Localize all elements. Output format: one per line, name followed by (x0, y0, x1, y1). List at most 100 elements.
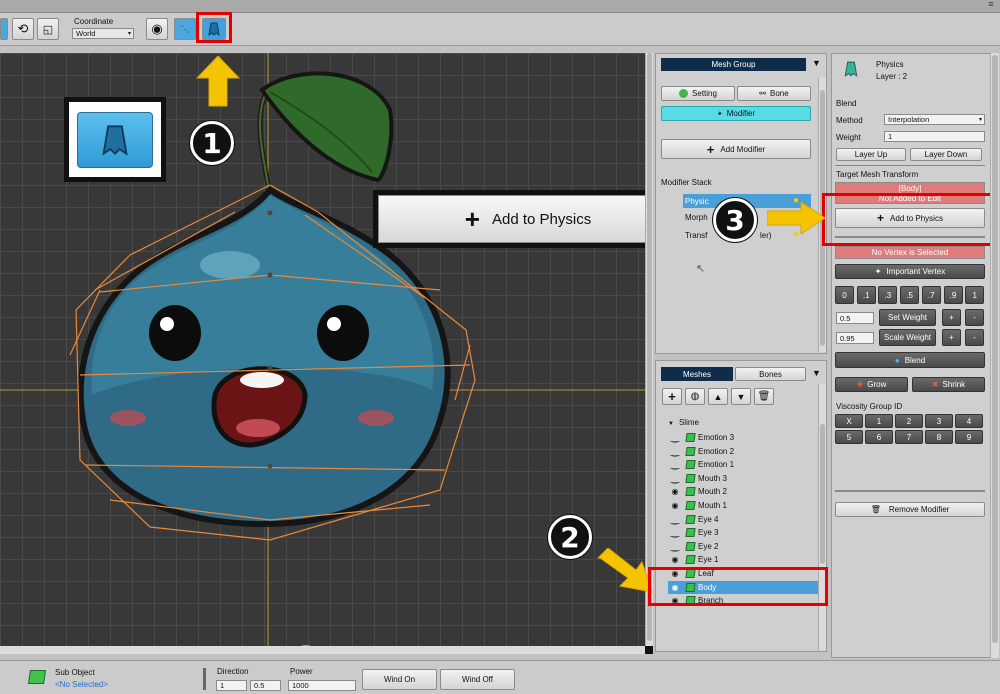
panel-dropdown-icon[interactable]: ▼ (812, 368, 821, 378)
eye-closed-icon[interactable]: ‿ (668, 459, 682, 470)
eye-closed-icon[interactable]: ‿ (668, 432, 682, 443)
modifier-tab[interactable]: ✦ Modifier (661, 106, 811, 121)
direction-y-input[interactable]: 0.5 (250, 680, 281, 691)
mesh-row[interactable]: ◉ Eye 1 (668, 553, 818, 566)
mesh-row[interactable]: ‿ Eye 2 (668, 540, 818, 553)
mesh-row-label: Emotion 1 (698, 460, 735, 470)
wind-on-button[interactable]: Wind On (362, 669, 437, 690)
eye-open-icon[interactable]: ◉ (668, 487, 682, 497)
window-menu-icon[interactable]: ≡ (984, 0, 998, 10)
add-to-physics-zoom-button: + Add to Physics (378, 195, 645, 243)
set-weight-plus[interactable]: + (942, 309, 961, 326)
layer-up-button[interactable]: Layer Up (836, 148, 906, 161)
weight-preset-button[interactable]: .1 (856, 286, 876, 304)
mesh-icon (685, 555, 696, 565)
meshes-vscroll[interactable] (818, 384, 826, 650)
eye-open-icon[interactable]: ◉ (668, 501, 682, 511)
add-to-physics-zoom-label: Add to Physics (491, 210, 592, 228)
bone-button[interactable]: ⚯ Bone (737, 86, 811, 101)
remove-modifier-label: Remove Modifier (888, 505, 950, 514)
shrink-label: Shrink (942, 380, 966, 389)
remove-modifier-button[interactable]: 🗑 Remove Modifier (835, 502, 985, 517)
mesh-layer-icon[interactable]: ◍ (685, 388, 705, 405)
weight-preset-button[interactable]: .7 (921, 286, 941, 304)
trash-icon[interactable]: 🗑 (754, 388, 774, 405)
mesh-row[interactable]: ‿ Eye 4 (668, 513, 818, 526)
onion-skin-icon[interactable]: ◉ (146, 18, 168, 40)
mesh-row[interactable]: ‿ Emotion 1 (668, 458, 818, 471)
viscosity-id-button[interactable]: X (835, 414, 863, 428)
mesh-group-header: Mesh Group (661, 58, 806, 71)
grow-button[interactable]: ✚ Grow (835, 377, 908, 392)
rotate-icon[interactable]: ⟲ (12, 18, 34, 40)
mesh-icon (685, 446, 696, 456)
scale-weight-button[interactable]: Scale Weight (879, 329, 936, 346)
mesh-row[interactable]: ‿ Emotion 2 (668, 445, 818, 458)
scale-weight-plus[interactable]: + (942, 329, 961, 346)
viscosity-id-button[interactable]: 6 (865, 430, 893, 444)
set-weight-minus[interactable]: - (965, 309, 984, 326)
scale-weight-minus[interactable]: - (965, 329, 984, 346)
eye-closed-icon[interactable]: ‿ (668, 541, 682, 552)
move-up-icon[interactable]: ▲ (708, 388, 728, 405)
weight-preset-button[interactable]: .9 (943, 286, 963, 304)
wind-off-button[interactable]: Wind Off (440, 669, 515, 690)
weight-preset-button[interactable]: 1 (965, 286, 985, 304)
viscosity-id-button[interactable]: 9 (955, 430, 983, 444)
canvas-hscroll[interactable] (0, 646, 645, 654)
transform-icon[interactable]: ◱ (37, 18, 59, 40)
viscosity-id-button[interactable]: 3 (925, 414, 953, 428)
eye-closed-icon[interactable]: ‿ (668, 473, 682, 484)
tab-bones[interactable]: Bones (735, 367, 806, 381)
tab-meshes[interactable]: Meshes (661, 367, 733, 381)
weight-preset-button[interactable]: 0 (835, 286, 854, 304)
eye-closed-icon[interactable]: ‿ (668, 514, 682, 525)
set-weight-button[interactable]: Set Weight (879, 309, 936, 326)
set-weight-input[interactable]: 0.5 (836, 312, 874, 324)
move-down-icon[interactable]: ▼ (731, 388, 751, 405)
weight-preset-button[interactable]: .3 (878, 286, 898, 304)
important-vertex-button[interactable]: ✦ Important Vertex (835, 264, 985, 279)
setting-label: Setting (692, 89, 717, 98)
setting-button[interactable]: Setting (661, 86, 735, 101)
viscosity-id-button[interactable]: 8 (925, 430, 953, 444)
power-input[interactable]: 1000 (288, 680, 356, 691)
tree-root-slime[interactable]: ▼ Slime (668, 418, 699, 427)
mesh-tool-icon[interactable] (0, 18, 8, 40)
viscosity-id-button[interactable]: 5 (835, 430, 863, 444)
weight-preset-button[interactable]: .5 (900, 286, 920, 304)
mesh-row[interactable]: ◉ Mouth 2 (668, 485, 818, 498)
shrink-button[interactable]: ✖ Shrink (912, 377, 985, 392)
viscosity-id-button[interactable]: 4 (955, 414, 983, 428)
viscosity-id-button[interactable]: 1 (865, 414, 893, 428)
trash-icon: 🗑 (870, 505, 881, 514)
coordinate-select[interactable]: World ▾ (72, 28, 134, 39)
bone-mode-icon[interactable]: ⋱ (174, 18, 196, 40)
add-mesh-button[interactable]: + (662, 388, 682, 405)
direction-x-input[interactable]: 1 (216, 680, 247, 691)
add-modifier-button[interactable]: + Add Modifier (661, 139, 811, 159)
viscosity-id-button[interactable]: 7 (895, 430, 923, 444)
mesh-icon (685, 541, 696, 551)
mesh-row[interactable]: ◉ Mouth 1 (668, 499, 818, 512)
viscosity-id-button[interactable]: 2 (895, 414, 923, 428)
highlight-physics-mode (196, 12, 232, 43)
layer-down-button[interactable]: Layer Down (910, 148, 982, 161)
mesh-row[interactable]: ‿ Mouth 3 (668, 472, 818, 485)
viewport-canvas[interactable]: 1 + Add to Physics (0, 53, 645, 652)
weight-input[interactable]: 1 (884, 131, 985, 142)
mesh-row-label: Mouth 3 (698, 473, 727, 483)
mesh-row[interactable]: ‿ Emotion 3 (668, 431, 818, 444)
inspector-vscroll[interactable] (990, 53, 999, 658)
panel-dropdown-icon[interactable]: ▼ (812, 58, 821, 68)
blend-button[interactable]: ● Blend (835, 352, 985, 368)
stack-item-transform[interactable]: Transf (685, 231, 707, 240)
eye-closed-icon[interactable]: ‿ (668, 527, 682, 538)
mesh-row[interactable]: ‿ Eye 3 (668, 526, 818, 539)
scale-weight-input[interactable]: 0.95 (836, 332, 874, 344)
eye-open-icon[interactable]: ◉ (668, 555, 682, 565)
eye-closed-icon[interactable]: ‿ (668, 446, 682, 457)
canvas-resize-icon[interactable] (645, 646, 653, 654)
stack-item-morph[interactable]: Morph (685, 213, 708, 222)
method-select[interactable]: Interpolation ▾ (884, 114, 985, 125)
